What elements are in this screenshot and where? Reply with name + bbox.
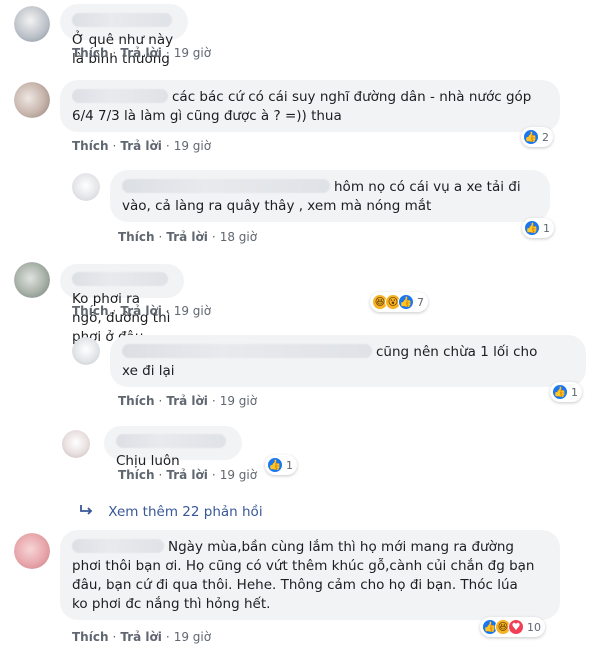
comment-bubble: Chịu luôn (104, 426, 242, 469)
comment-actions: Thích · Trả lời · 19 giờ (118, 468, 258, 482)
reply-link[interactable]: Trả lời (120, 139, 162, 153)
comment-time[interactable]: 19 giờ (174, 46, 211, 60)
reply-arrow-icon (80, 504, 98, 520)
reaction-summary[interactable]: 👍 1 (522, 218, 554, 238)
commenter-name[interactable] (122, 344, 372, 358)
comment-bubble: Ngày mùa,bần cùng lắm thì họ mới mang ra… (60, 530, 560, 620)
reaction-summary[interactable]: 👍 😆 ♥ 10 (480, 617, 545, 637)
reaction-count: 7 (417, 295, 424, 309)
reply-link[interactable]: Trả lời (166, 468, 208, 482)
comment-actions: Thích · Trả lời · 19 giờ (72, 139, 212, 153)
reaction-summary[interactable]: 👍 1 (550, 382, 582, 402)
reaction-summary[interactable]: 👍 1 (265, 455, 297, 475)
comment-actions: Thích · Trả lời · 19 giờ (72, 46, 212, 60)
view-more-replies-label: Xem thêm 22 phản hồi (108, 504, 263, 520)
like-link[interactable]: Thích (118, 394, 155, 408)
comment-text-line: xe đi lại (122, 363, 175, 379)
comment-actions: Thích · Trả lời · 18 giờ (118, 230, 258, 244)
comment-bubble: Ở quê như này là bình thường (60, 4, 188, 67)
reaction-summary[interactable]: 👍 2 (521, 127, 553, 147)
comment-text: Chịu luôn (116, 453, 180, 469)
reaction-count: 2 (542, 130, 549, 144)
comment-time[interactable]: 19 giờ (174, 139, 211, 153)
like-link[interactable]: Thích (72, 46, 109, 60)
comment-time[interactable]: 19 giờ (220, 394, 257, 408)
like-link[interactable]: Thích (118, 468, 155, 482)
love-icon: ♥ (508, 619, 524, 635)
like-link[interactable]: Thích (72, 139, 109, 153)
reply-link[interactable]: Trả lời (120, 630, 162, 644)
commenter-name[interactable] (72, 13, 172, 27)
comment-actions: Thích · Trả lời · 19 giờ (72, 304, 212, 318)
comment-text-line: 6/4 7/3 là làm gì cũng được à ? =)) thua (72, 108, 342, 124)
like-icon: 👍 (398, 294, 414, 310)
like-icon: 👍 (552, 384, 568, 400)
commenter-name[interactable] (72, 89, 168, 103)
comment-time[interactable]: 19 giờ (174, 304, 211, 318)
avatar[interactable] (14, 6, 50, 42)
like-link[interactable]: Thích (118, 230, 155, 244)
commenter-name[interactable] (72, 272, 168, 286)
avatar[interactable] (72, 173, 100, 201)
comment-time[interactable]: 19 giờ (174, 630, 211, 644)
comment-bubble: các bác cứ có cái suy nghĩ đường dân - n… (60, 80, 560, 132)
reaction-summary[interactable]: 😆 😮 👍 7 (370, 292, 428, 312)
commenter-name[interactable] (72, 539, 164, 553)
comment-actions: Thích · Trả lời · 19 giờ (72, 630, 212, 644)
commenter-name[interactable] (116, 434, 226, 448)
avatar[interactable] (14, 262, 50, 298)
comment-text-line: ko phơi đc nắng thì hỏng hết. (72, 596, 271, 612)
comment-actions: Thích · Trả lời · 19 giờ (118, 394, 258, 408)
avatar[interactable] (14, 82, 50, 118)
reply-link[interactable]: Trả lời (166, 230, 208, 244)
comment-bubble: Ko phơi ra ngõ, đường thì phơi ở đâu (60, 264, 184, 345)
comment-time[interactable]: 19 giờ (220, 468, 257, 482)
reply-link[interactable]: Trả lời (120, 46, 162, 60)
commenter-name[interactable] (122, 179, 330, 193)
like-icon: 👍 (524, 220, 540, 236)
reaction-count: 10 (527, 620, 541, 634)
comment-text-line: phơi thôi bạn ơi. Họ cũng có vứt thêm kh… (72, 558, 535, 574)
reaction-count: 1 (571, 385, 578, 399)
like-link[interactable]: Thích (72, 304, 109, 318)
avatar[interactable] (62, 430, 90, 458)
comment-text-line: đâu, bạn cứ đi qua thôi. Hehe. Thông cảm… (72, 577, 518, 593)
reaction-count: 1 (543, 221, 550, 235)
comment-text-line: hôm nọ có cái vụ a xe tải đi (334, 179, 521, 195)
comment-text-line: Ngày mùa,bần cùng lắm thì họ mới mang ra… (168, 539, 514, 555)
view-more-replies-link[interactable]: Xem thêm 22 phản hồi (80, 504, 263, 520)
comment-bubble: cũng nên chừa 1 lối cho xe đi lại (110, 335, 586, 387)
avatar[interactable] (72, 337, 100, 365)
comment-text-line: các bác cứ có cái suy nghĩ đường dân - n… (172, 89, 532, 105)
like-link[interactable]: Thích (72, 630, 109, 644)
comment-time[interactable]: 18 giờ (220, 230, 257, 244)
comment-text-line: cũng nên chừa 1 lối cho (376, 344, 538, 360)
reply-link[interactable]: Trả lời (120, 304, 162, 318)
like-icon: 👍 (267, 457, 283, 473)
comment-bubble: hôm nọ có cái vụ a xe tải đi vào, cả làn… (110, 170, 550, 222)
like-icon: 👍 (523, 129, 539, 145)
reply-link[interactable]: Trả lời (166, 394, 208, 408)
reaction-count: 1 (286, 458, 293, 472)
avatar[interactable] (14, 533, 50, 569)
comment-text-line: vào, cả làng ra quây thây , xem mà nóng … (122, 198, 432, 214)
